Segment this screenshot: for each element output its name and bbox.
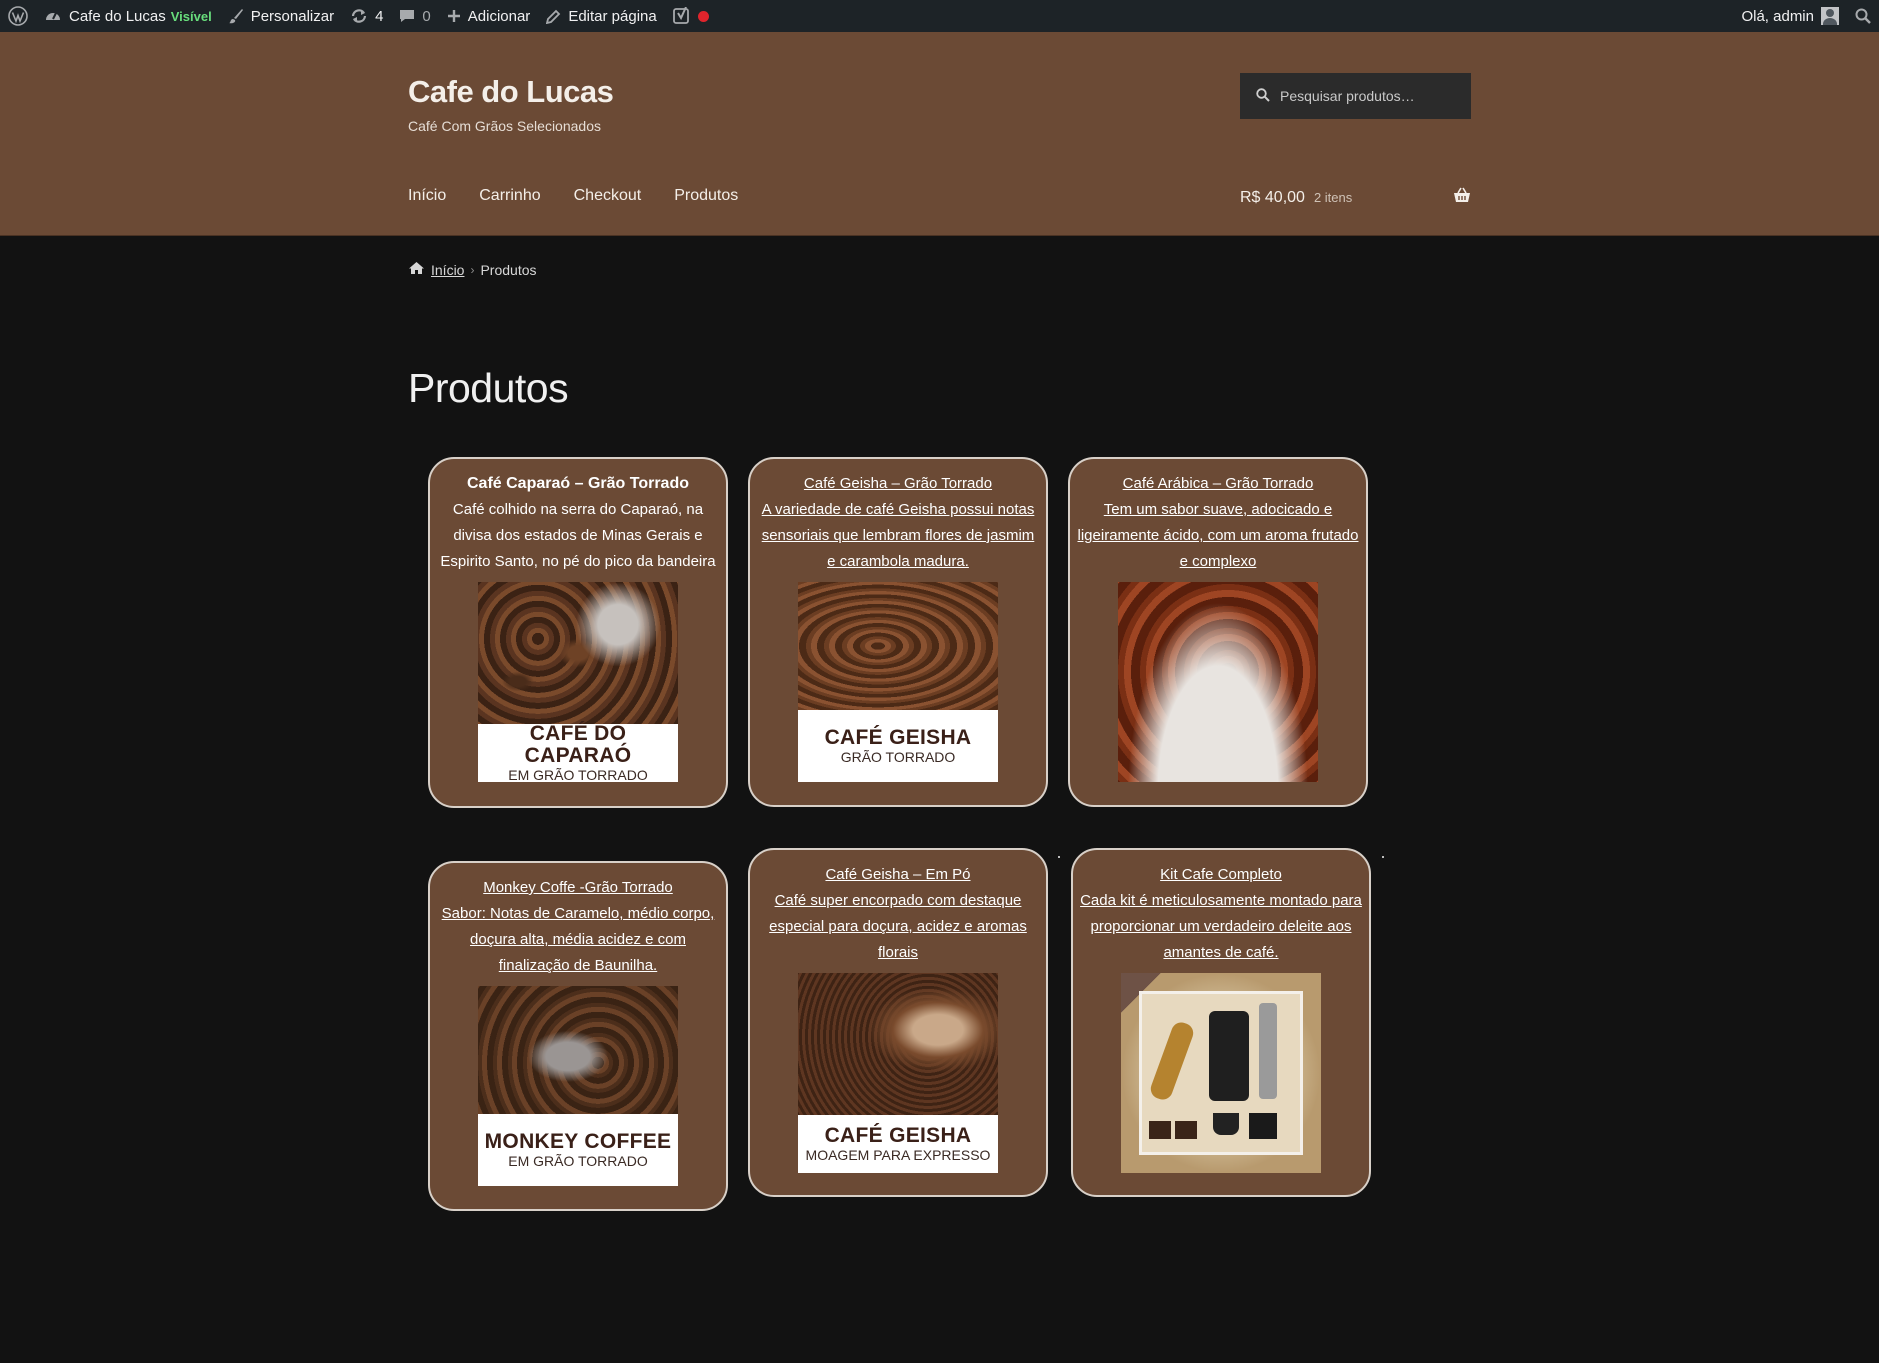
product-image[interactable]: MONKEY COFFEE EM GRÃO TORRADO xyxy=(478,986,678,1186)
cart-total: R$ 40,00 xyxy=(1240,188,1305,206)
comments-link[interactable]: 0 xyxy=(391,0,438,32)
coffee-beans-photo xyxy=(478,986,678,1114)
nav-item-carrinho[interactable]: Carrinho xyxy=(479,187,540,205)
product-description[interactable]: Sabor: Notas de Caramelo, médio corpo, d… xyxy=(430,901,726,979)
product-label: CAFÉ GEISHA GRÃO TORRADO xyxy=(798,710,998,782)
product-title[interactable]: Kit Cafe Completo xyxy=(1073,862,1369,888)
product-image[interactable] xyxy=(1118,582,1318,782)
search-placeholder: Pesquisar produtos… xyxy=(1280,88,1415,104)
stray-dot xyxy=(1382,856,1384,858)
product-description[interactable]: A variedade de café Geisha possui notas … xyxy=(750,497,1046,575)
visibility-badge: Visível xyxy=(170,8,212,24)
product-image[interactable]: CAFÉ GEISHA MOAGEM PARA EXPRESSO xyxy=(798,973,998,1173)
product-image[interactable]: CAFÉ DO CAPARAÓ EM GRÃO TORRADO xyxy=(478,582,678,782)
site-tagline: Café Com Grãos Selecionados xyxy=(408,118,601,134)
brush-icon xyxy=(228,8,244,24)
avatar-icon xyxy=(1821,7,1839,25)
nav-item-inicio[interactable]: Início xyxy=(408,187,446,205)
updates-icon xyxy=(350,7,368,25)
page-title: Produtos xyxy=(408,365,569,411)
yoast-icon xyxy=(672,7,691,25)
add-new-menu[interactable]: Adicionar xyxy=(439,0,539,32)
label-sub-text: GRÃO TORRADO xyxy=(840,749,956,765)
product-description[interactable]: Cada kit é meticulosamente montado para … xyxy=(1073,888,1369,966)
product-title[interactable]: Café Geisha – Em Pó xyxy=(750,862,1046,888)
label-main-text: CAFÉ DO CAPARAÓ xyxy=(524,722,632,767)
coffee-beans-photo xyxy=(1118,582,1318,782)
greeting-label: Olá, admin xyxy=(1741,7,1814,25)
product-title[interactable]: Monkey Coffe -Grão Torrado xyxy=(430,875,726,901)
updates-count: 4 xyxy=(375,7,384,25)
coffee-beans-photo xyxy=(798,582,998,710)
basket-icon xyxy=(1453,187,1471,208)
breadcrumb-home-link[interactable]: Início xyxy=(431,262,464,278)
product-search-input[interactable]: Pesquisar produtos… xyxy=(1240,73,1471,119)
comment-icon xyxy=(399,8,415,24)
admin-bar: Cafe do Lucas Visível Personalizar 4 0 A… xyxy=(0,0,1879,32)
site-header: Cafe do Lucas Café Com Grãos Selecionado… xyxy=(0,32,1879,236)
label-sub-text: EM GRÃO TORRADO xyxy=(508,767,648,782)
label-sub-text: MOAGEM PARA EXPRESSO xyxy=(805,1147,991,1163)
yoast-menu[interactable] xyxy=(665,0,717,32)
product-title[interactable]: Café Geisha – Grão Torrado xyxy=(750,471,1046,497)
product-card: Café Geisha – Grão Torrado A variedade d… xyxy=(748,457,1048,807)
admin-search-button[interactable] xyxy=(1847,0,1879,32)
breadcrumb-separator: › xyxy=(470,262,475,277)
product-label: MONKEY COFFEE EM GRÃO TORRADO xyxy=(478,1114,678,1186)
product-card: Café Caparaó – Grão Torrado Café colhido… xyxy=(428,457,728,808)
record-dot-icon xyxy=(697,10,709,22)
site-name-label: Cafe do Lucas xyxy=(69,7,166,25)
label-main-text: MONKEY COFFEE xyxy=(484,1130,672,1153)
pencil-icon xyxy=(546,9,561,24)
wordpress-menu[interactable] xyxy=(0,0,36,32)
coffee-beans-photo xyxy=(478,582,678,724)
product-card: Monkey Coffe -Grão Torrado Sabor: Notas … xyxy=(428,861,728,1211)
product-card: Café Geisha – Em Pó Café super encorpado… xyxy=(748,848,1048,1197)
cart-item-count: 2 itens xyxy=(1313,190,1353,205)
site-title[interactable]: Cafe do Lucas xyxy=(408,74,614,110)
nav-item-checkout[interactable]: Checkout xyxy=(574,187,642,205)
coffee-kit-photo xyxy=(1121,973,1321,1173)
nav-item-produtos[interactable]: Produtos xyxy=(674,187,738,205)
search-icon xyxy=(1256,87,1270,105)
product-image[interactable]: CAFÉ GEISHA GRÃO TORRADO xyxy=(798,582,998,782)
breadcrumb: Início › Produtos xyxy=(408,261,537,278)
label-main-text: CAFÉ GEISHA xyxy=(824,726,972,749)
product-label: CAFÉ DO CAPARAÓ EM GRÃO TORRADO xyxy=(478,722,678,782)
product-card: Café Arábica – Grão Torrado Tem um sabor… xyxy=(1068,457,1368,807)
header-cart[interactable]: R$ 40,00 2 itens xyxy=(1240,187,1471,208)
product-title[interactable]: Café Arábica – Grão Torrado xyxy=(1070,471,1366,497)
product-description[interactable]: Tem um sabor suave, adocicado e ligeiram… xyxy=(1070,497,1366,575)
dashboard-icon xyxy=(44,7,62,25)
product-image[interactable] xyxy=(1121,973,1321,1173)
add-new-label: Adicionar xyxy=(467,7,531,25)
comments-count: 0 xyxy=(422,7,431,25)
product-description: Café colhido na serra do Caparaó, na div… xyxy=(440,501,716,570)
edit-page-label: Editar página xyxy=(568,7,657,25)
product-label: CAFÉ GEISHA MOAGEM PARA EXPRESSO xyxy=(798,1115,998,1173)
stray-dot xyxy=(1058,856,1060,858)
customize-link[interactable]: Personalizar xyxy=(220,0,342,32)
label-main-text: CAFÉ GEISHA xyxy=(824,1124,972,1147)
main-navigation: Início Carrinho Checkout Produtos xyxy=(408,187,738,205)
product-card: Kit Cafe Completo Cada kit é meticulosam… xyxy=(1071,848,1371,1197)
customize-label: Personalizar xyxy=(250,7,335,25)
breadcrumb-current: Produtos xyxy=(480,261,537,278)
search-icon xyxy=(1855,8,1871,24)
my-account-menu[interactable]: Olá, admin xyxy=(1733,0,1847,32)
edit-page-link[interactable]: Editar página xyxy=(538,0,664,32)
product-title[interactable]: Café Caparaó – Grão Torrado xyxy=(430,471,726,497)
updates-link[interactable]: 4 xyxy=(342,0,391,32)
product-description[interactable]: Café super encorpado com destaque especi… xyxy=(750,888,1046,966)
site-name-menu[interactable]: Cafe do Lucas Visível xyxy=(36,0,220,32)
ground-coffee-photo xyxy=(798,973,998,1115)
wordpress-logo-icon xyxy=(8,6,28,26)
label-sub-text: EM GRÃO TORRADO xyxy=(508,1153,648,1169)
home-icon xyxy=(408,261,425,278)
plus-icon xyxy=(447,9,461,23)
